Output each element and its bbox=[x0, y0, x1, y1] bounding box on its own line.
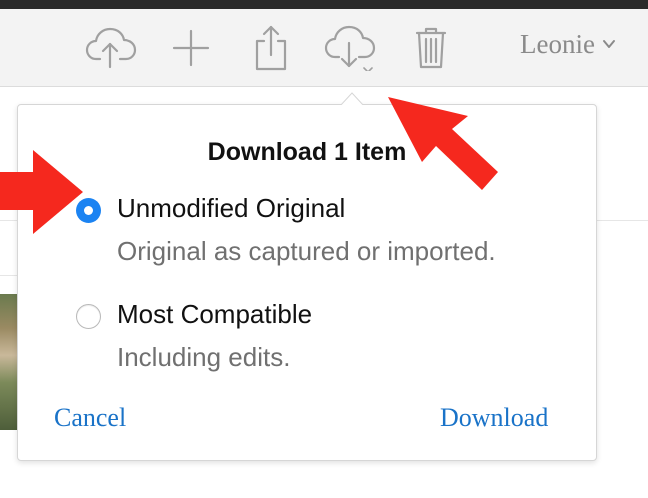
trash-icon[interactable] bbox=[402, 23, 460, 71]
photo-thumbnail[interactable] bbox=[0, 294, 18, 430]
popover-caret bbox=[340, 92, 364, 106]
radio-unselected[interactable] bbox=[76, 304, 101, 329]
option-label: Most Compatible bbox=[117, 299, 313, 329]
download-cloud-icon[interactable] bbox=[322, 23, 380, 73]
window-top-edge bbox=[0, 0, 648, 9]
chevron-down-icon bbox=[602, 40, 615, 48]
download-popover: Download 1 Item Unmodified Original Orig… bbox=[17, 104, 597, 461]
user-menu[interactable]: Leonie bbox=[520, 27, 617, 61]
app-window: Leonie Download 1 Item Unmodified Origin… bbox=[0, 0, 648, 498]
annotation-arrow-icon bbox=[388, 97, 498, 190]
popover-title: Download 1 Item bbox=[207, 138, 407, 166]
annotation-arrow-icon bbox=[0, 150, 83, 234]
add-icon[interactable] bbox=[162, 23, 220, 71]
upload-cloud-icon[interactable] bbox=[83, 23, 141, 71]
download-button[interactable]: Download bbox=[440, 403, 548, 433]
user-name: Leonie bbox=[520, 28, 595, 59]
option-description: Original as captured or imported. bbox=[117, 236, 496, 266]
toolbar: Leonie bbox=[0, 9, 648, 87]
share-icon[interactable] bbox=[242, 23, 300, 71]
cancel-button[interactable]: Cancel bbox=[54, 403, 126, 433]
option-description: Including edits. bbox=[117, 342, 291, 372]
divider bbox=[0, 275, 18, 276]
option-label: Unmodified Original bbox=[117, 193, 346, 223]
